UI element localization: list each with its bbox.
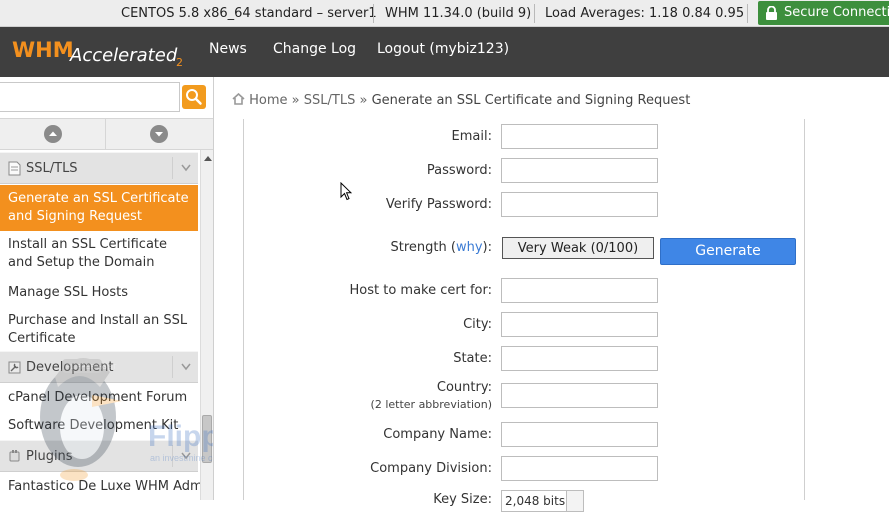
menu-scroll-down-button[interactable] (107, 119, 213, 149)
city-field[interactable] (501, 312, 658, 337)
nav-change-log[interactable]: Change Log (273, 27, 356, 71)
chevron-down-icon (181, 363, 191, 371)
sidebar-item-purchase-ssl[interactable]: Purchase and Install an SSL Certificate (0, 309, 198, 355)
email-label: Email: (451, 129, 492, 144)
breadcrumb-current: Generate an SSL Certificate and Signing … (371, 93, 691, 108)
sidebar-menu: SSL/TLS Generate an SSL Certificate and … (0, 150, 213, 500)
nav-logout[interactable]: Logout (mybiz123) (377, 27, 509, 71)
chevron-down-icon (181, 164, 191, 172)
category-label: SSL/TLS (26, 161, 78, 176)
verify-password-field[interactable] (501, 192, 658, 217)
password-label: Password: (426, 163, 492, 178)
logo-main: WHM (12, 38, 74, 62)
server-status-bar: CENTOS 5.8 x86_64 standard – server1 WHM… (0, 0, 889, 27)
breadcrumb-ssl-tls[interactable]: SSL/TLS (304, 93, 356, 108)
load-averages: Load Averages: 1.18 0.84 0.95 (545, 6, 745, 21)
search-button[interactable] (182, 85, 206, 109)
password-strength-meter: Very Weak (0/100) (502, 237, 654, 259)
collapse-toggle[interactable] (172, 445, 198, 467)
key-size-value: 2,048 bits (505, 494, 566, 508)
whm-logo[interactable]: WHM Accelerated 2 (12, 34, 192, 70)
sidebar-item-cpanel-dev-forum[interactable]: cPanel Development Forum (0, 386, 198, 410)
search-input[interactable] (0, 82, 180, 112)
breadcrumb-separator: » (359, 93, 368, 108)
chevron-down-icon (566, 491, 583, 511)
scroll-thumb[interactable] (202, 415, 212, 463)
logo-num: 2 (176, 56, 183, 69)
password-field[interactable] (501, 158, 658, 183)
lock-icon (766, 6, 777, 20)
strength-label: Strength (why): (242, 240, 492, 255)
divider (747, 4, 748, 23)
company-division-field[interactable] (501, 456, 658, 481)
plugin-icon (9, 450, 20, 462)
divider (373, 4, 374, 23)
search-icon (186, 89, 202, 105)
category-plugins[interactable]: Plugins (0, 440, 198, 472)
host-label: Host to make cert for: (349, 283, 493, 298)
sidebar-item-generate-ssl[interactable]: Generate an SSL Certificate and Signing … (0, 185, 198, 231)
nav-news[interactable]: News (209, 27, 247, 71)
menu-scroll-up-button[interactable] (0, 119, 106, 149)
wrench-icon (8, 361, 21, 374)
chevron-up-icon (44, 125, 62, 143)
sidebar-scrollbar[interactable] (200, 150, 213, 500)
host-field[interactable] (501, 278, 658, 303)
city-label: City: (463, 317, 492, 332)
strength-label-close: ): (482, 240, 492, 255)
category-ssl-tls[interactable]: SSL/TLS (0, 152, 198, 184)
sidebar-item-manage-ssl-hosts[interactable]: Manage SSL Hosts (0, 281, 198, 305)
home-icon[interactable] (232, 92, 245, 105)
collapse-toggle[interactable] (172, 157, 198, 179)
category-label: Development (26, 360, 114, 375)
country-label: Country: (436, 380, 492, 395)
category-development[interactable]: Development (0, 351, 198, 383)
chevron-down-icon (150, 125, 168, 143)
sidebar: SSL/TLS Generate an SSL Certificate and … (0, 77, 214, 500)
verify-password-label: Verify Password: (385, 197, 492, 212)
breadcrumb-home[interactable]: Home (249, 93, 287, 108)
header: WHM Accelerated 2 News Change Log Logout… (0, 27, 889, 77)
country-sublabel: (2 letter abbreviation) (370, 398, 492, 411)
key-size-select[interactable]: 2,048 bits (501, 490, 584, 512)
category-label: Plugins (26, 449, 73, 464)
chevron-down-icon (181, 452, 191, 460)
sidebar-item-install-ssl[interactable]: Install an SSL Certificate and Setup the… (0, 233, 198, 279)
state-label: State: (453, 351, 492, 366)
breadcrumb: Home » SSL/TLS » Generate an SSL Certifi… (232, 91, 690, 111)
secure-connection-label: Secure Connection (784, 5, 889, 20)
company-name-field[interactable] (501, 422, 658, 447)
menu-scroll-arrows (0, 118, 213, 150)
collapse-toggle[interactable] (172, 356, 198, 378)
document-icon (8, 161, 21, 176)
sidebar-item-fantastico[interactable]: Fantastico De Luxe WHM Admin (0, 475, 213, 499)
company-division-label: Company Division: (370, 461, 492, 476)
server-info: CENTOS 5.8 x86_64 standard – server1 (121, 6, 377, 21)
sidebar-item-software-dev-kit[interactable]: Software Development Kit (0, 414, 198, 438)
sidebar-search (0, 82, 212, 112)
company-name-label: Company Name: (383, 427, 492, 442)
strength-label-text: Strength ( (390, 240, 456, 255)
breadcrumb-separator: » (291, 93, 300, 108)
why-link[interactable]: why (456, 240, 483, 255)
generate-password-button[interactable]: Generate Password (660, 238, 796, 284)
divider (534, 4, 535, 23)
scroll-up-arrow[interactable] (204, 156, 212, 161)
whm-version: WHM 11.34.0 (build 9) (385, 6, 532, 21)
country-field[interactable] (501, 383, 658, 408)
email-field[interactable] (501, 124, 658, 149)
secure-connection-badge: Secure Connection (758, 1, 889, 25)
state-field[interactable] (501, 346, 658, 371)
logo-sub: Accelerated (69, 45, 178, 66)
